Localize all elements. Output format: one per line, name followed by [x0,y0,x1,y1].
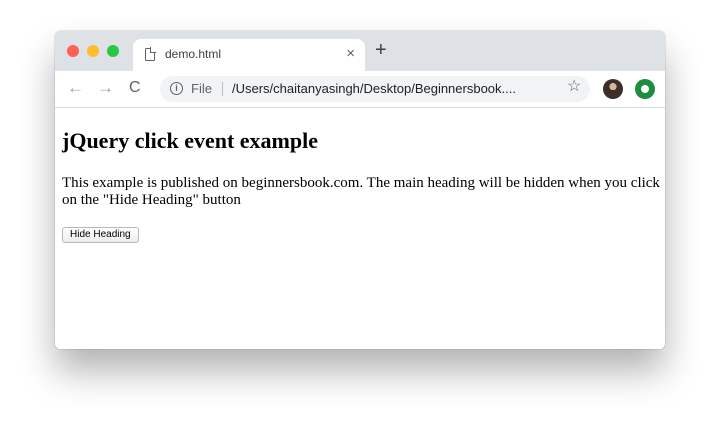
page-heading: jQuery click event example [62,128,318,153]
page-paragraph: This example is published on beginnersbo… [62,175,660,208]
browser-window: demo.html × + ← → C i File /Users/chaita… [55,31,665,349]
tab-title: demo.html [165,47,222,61]
hide-heading-button[interactable]: Hide Heading [62,227,139,243]
close-icon[interactable]: × [346,45,355,63]
extension-icon[interactable] [635,79,655,99]
profile-avatar[interactable] [603,79,623,99]
url-text[interactable]: /Users/chaitanyasingh/Desktop/Beginnersb… [232,81,552,96]
info-icon[interactable]: i [170,82,183,95]
close-window-button[interactable] [67,45,79,57]
tab-strip: demo.html × + [55,31,665,71]
plus-icon[interactable]: + [375,39,387,61]
scheme-label: File [191,81,212,96]
star-icon[interactable]: ☆ [567,77,581,97]
back-arrow-icon[interactable]: ← [67,78,84,98]
forward-arrow-icon[interactable]: → [97,78,114,98]
minimize-window-button[interactable] [87,45,99,57]
browser-toolbar: ← → C i File /Users/chaitanyasingh/Deskt… [55,71,665,108]
address-bar[interactable]: i File /Users/chaitanyasingh/Desktop/Beg… [160,76,590,102]
tab-demo[interactable]: demo.html × [133,39,365,71]
reload-icon[interactable]: C [129,78,141,98]
zoom-window-button[interactable] [107,45,119,57]
page-icon [145,47,156,61]
page-content: jQuery click event example This example … [55,108,665,349]
address-separator [222,82,223,96]
